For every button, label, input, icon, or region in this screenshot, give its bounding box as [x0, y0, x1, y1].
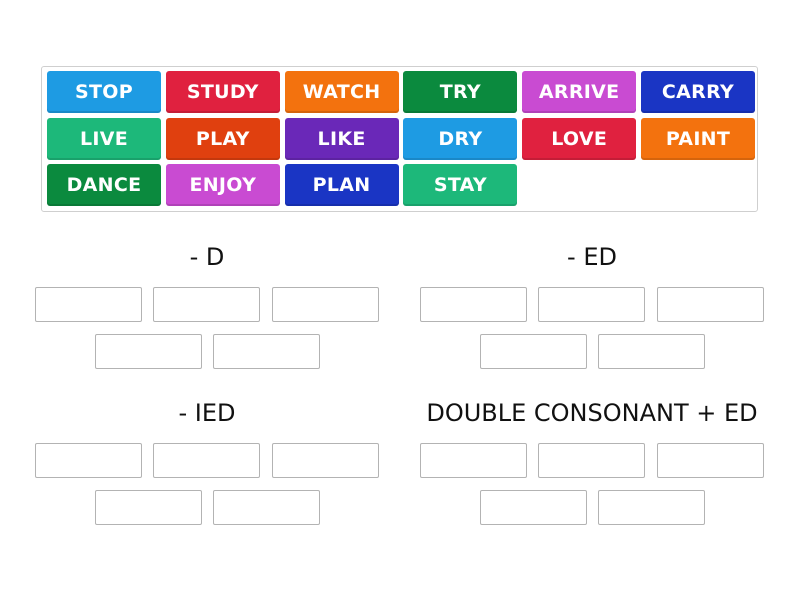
word-tile-paint[interactable]: PAINT [641, 117, 755, 160]
word-tile-study[interactable]: STUDY [165, 71, 280, 113]
word-tile-carry[interactable]: CARRY [641, 71, 755, 113]
group-title: - IED [178, 399, 236, 427]
word-bank: STOP STUDY WATCH TRY ARRIVE CARRY LIVE PLAY LIKE… [41, 66, 758, 212]
drop-slot[interactable] [420, 287, 527, 322]
drop-slot[interactable] [538, 443, 645, 478]
word-tile-play[interactable]: PLAY [165, 117, 280, 160]
word-tile-stop[interactable]: STOP [47, 71, 161, 113]
drop-slot[interactable] [598, 490, 705, 525]
drop-slot[interactable] [538, 287, 645, 322]
group-title: - D [189, 243, 225, 271]
drop-slot[interactable] [272, 443, 379, 478]
word-tile-dance[interactable]: DANCE [47, 164, 161, 206]
drop-slot[interactable] [95, 334, 202, 369]
drop-slot[interactable] [480, 334, 587, 369]
word-tile-arrive[interactable]: ARRIVE [522, 71, 637, 113]
drop-slot[interactable] [657, 443, 764, 478]
word-tile-live[interactable]: LIVE [47, 117, 161, 160]
drop-slot[interactable] [153, 287, 260, 322]
word-tile-dry[interactable]: DRY [403, 117, 518, 160]
drop-slot[interactable] [272, 287, 379, 322]
drop-slot[interactable] [213, 334, 320, 369]
group-title: - ED [567, 243, 617, 271]
word-tile-watch[interactable]: WATCH [284, 71, 399, 113]
word-tile-like[interactable]: LIKE [284, 117, 399, 160]
word-tile-try[interactable]: TRY [403, 71, 518, 113]
drop-slot[interactable] [213, 490, 320, 525]
drop-slot[interactable] [598, 334, 705, 369]
drop-slot[interactable] [153, 443, 260, 478]
drop-slot[interactable] [35, 443, 142, 478]
drop-slot[interactable] [420, 443, 527, 478]
drop-slot[interactable] [480, 490, 587, 525]
word-tile-plan[interactable]: PLAN [284, 164, 399, 206]
group-title: DOUBLE CONSONANT + ED [426, 399, 758, 427]
word-tile-love[interactable]: LOVE [522, 117, 637, 160]
word-tile-enjoy[interactable]: ENJOY [165, 164, 280, 206]
word-tile-stay[interactable]: STAY [403, 164, 518, 206]
drop-slot[interactable] [35, 287, 142, 322]
drop-slot[interactable] [95, 490, 202, 525]
drop-slot[interactable] [657, 287, 764, 322]
